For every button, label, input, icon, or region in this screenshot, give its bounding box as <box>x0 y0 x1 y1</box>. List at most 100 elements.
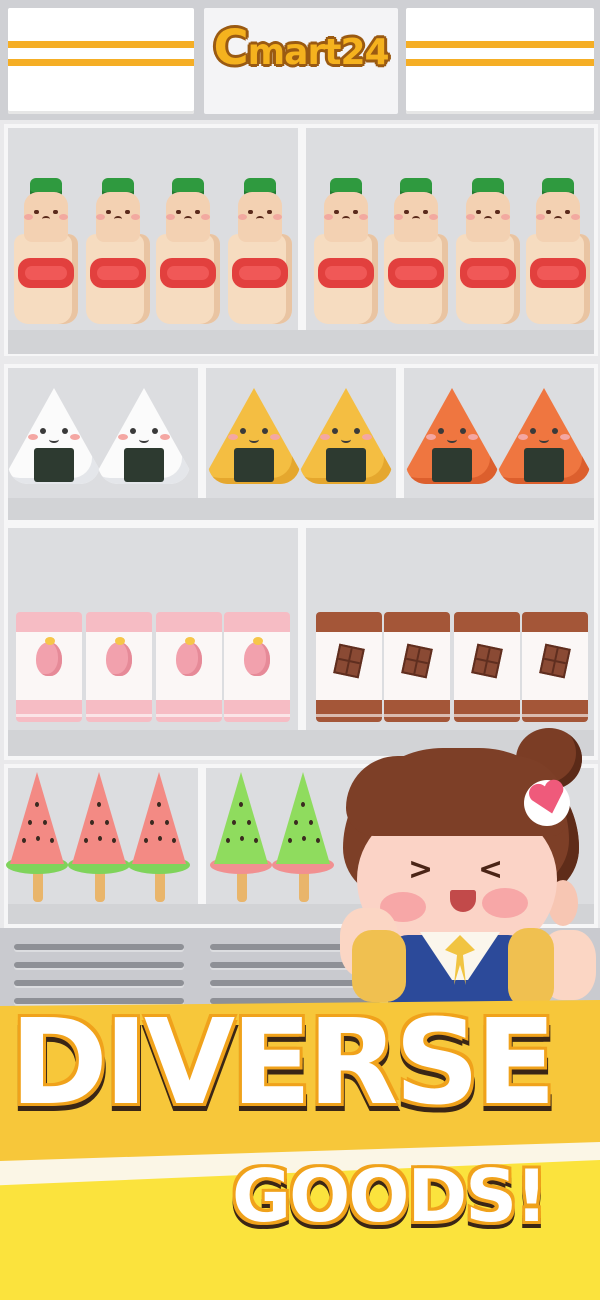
bottle-label <box>90 258 146 288</box>
header-stripe <box>406 59 594 66</box>
popsicle-seed <box>302 836 306 841</box>
strawberry-icon <box>106 637 132 676</box>
onigiri-eye <box>130 428 136 434</box>
character-cheek <box>482 888 528 918</box>
popsicle-stick <box>237 870 247 902</box>
bottle-eye <box>353 210 358 214</box>
popsicle-stick <box>33 870 43 902</box>
strawberry-milk-item <box>16 612 82 724</box>
bottle-eye <box>476 210 481 214</box>
milk-carton-line <box>224 714 290 717</box>
onigiri-cheek <box>320 434 330 440</box>
milk-carton-bottom <box>454 700 520 722</box>
onigiri-cheek <box>560 434 570 440</box>
popsicle-seed <box>98 836 102 841</box>
onigiri-eye <box>240 428 246 434</box>
bottle-cheek <box>359 214 368 220</box>
onigiri-eye <box>552 428 558 434</box>
strawberry-milk-item <box>156 612 222 724</box>
onigiri-item <box>8 388 100 488</box>
onigiri-nori <box>326 448 366 482</box>
popsicle-seed <box>144 838 148 843</box>
bottle-mouth <box>554 216 562 222</box>
bottle-cheek <box>466 214 475 220</box>
bottle-cheek <box>131 214 140 220</box>
header-stripe <box>406 41 594 48</box>
store-logo-text: Cmart24 <box>213 20 389 76</box>
onigiri-cheek <box>426 434 436 440</box>
popsicle-item <box>272 772 334 904</box>
onigiri-cheek <box>362 434 372 440</box>
character-eye: > <box>408 852 434 887</box>
bottle-cheek <box>501 214 510 220</box>
bottle-cheek <box>536 214 545 220</box>
onigiri-item <box>98 388 190 488</box>
vent-slot <box>14 944 184 950</box>
popsicle-flesh <box>276 772 330 864</box>
bottle-label <box>232 258 288 288</box>
onigiri-eye <box>460 428 466 434</box>
bottle-item <box>14 178 78 326</box>
shelf-ledge <box>8 498 594 520</box>
chocolate-milk-item <box>384 612 450 724</box>
popsicle-flesh <box>10 772 64 864</box>
milk-carton-bottom <box>224 700 290 722</box>
milk-carton-line <box>16 714 82 717</box>
milk-carton-line <box>156 714 222 717</box>
bottle-mouth <box>184 216 192 222</box>
popsicle-item <box>68 772 130 904</box>
bottle-mouth <box>342 216 350 222</box>
onigiri-mouth <box>249 436 259 443</box>
popsicle-seed <box>239 802 243 807</box>
onigiri-mouth <box>447 436 457 443</box>
onigiri-nori <box>524 448 564 482</box>
milk-carton-line <box>384 714 450 717</box>
bottle-eye <box>423 210 428 214</box>
bottle-cheek <box>201 214 210 220</box>
onigiri-cheek <box>28 434 38 440</box>
popsicle-seed <box>84 838 88 843</box>
strawberry-milk-item <box>224 612 290 724</box>
milk-carton-bottom <box>384 700 450 722</box>
bottle-eye <box>404 210 409 214</box>
popsicle-seed <box>22 838 26 843</box>
popsicle-seed <box>90 820 94 825</box>
milk-carton-top <box>224 612 290 634</box>
bottle-label <box>388 258 444 288</box>
onigiri-cheek <box>468 434 478 440</box>
popsicle-seed <box>288 838 292 843</box>
bottle-cheek <box>429 214 438 220</box>
banner-title-line1: DIVERSE <box>10 993 556 1131</box>
banner-title-line2: GOODS! <box>232 1154 548 1238</box>
popsicle-seed <box>158 836 162 841</box>
bottle-mouth <box>114 216 122 222</box>
bottle-item <box>314 178 378 326</box>
bottle-cheek <box>324 214 333 220</box>
onigiri-nori <box>124 448 164 482</box>
onigiri-cheek <box>518 434 528 440</box>
popsicle-seed <box>28 820 32 825</box>
onigiri-item <box>406 388 498 488</box>
bottle-label <box>460 258 516 288</box>
popsicle-seed <box>240 836 244 841</box>
popsicle-seed <box>301 802 305 807</box>
milk-carton-bottom <box>156 700 222 722</box>
popsicle-seed <box>316 838 320 843</box>
header-panel-right <box>406 8 594 114</box>
bottle-mouth <box>484 216 492 222</box>
bottle-eye <box>176 210 181 214</box>
onigiri-eye <box>354 428 360 434</box>
bottle-eye <box>565 210 570 214</box>
strawberry-icon <box>244 637 270 676</box>
strawberry-icon <box>176 637 202 676</box>
bottle-label <box>530 258 586 288</box>
popsicle-seed <box>150 820 154 825</box>
onigiri-eye <box>530 428 536 434</box>
strawberry-milk-item <box>86 612 152 724</box>
header-stripe <box>8 59 194 66</box>
bottle-label <box>160 258 216 288</box>
bottle-eye <box>125 210 130 214</box>
popsicle-stick <box>155 870 165 902</box>
store-header: Cmart24 <box>0 0 600 120</box>
popsicle-seed <box>112 838 116 843</box>
